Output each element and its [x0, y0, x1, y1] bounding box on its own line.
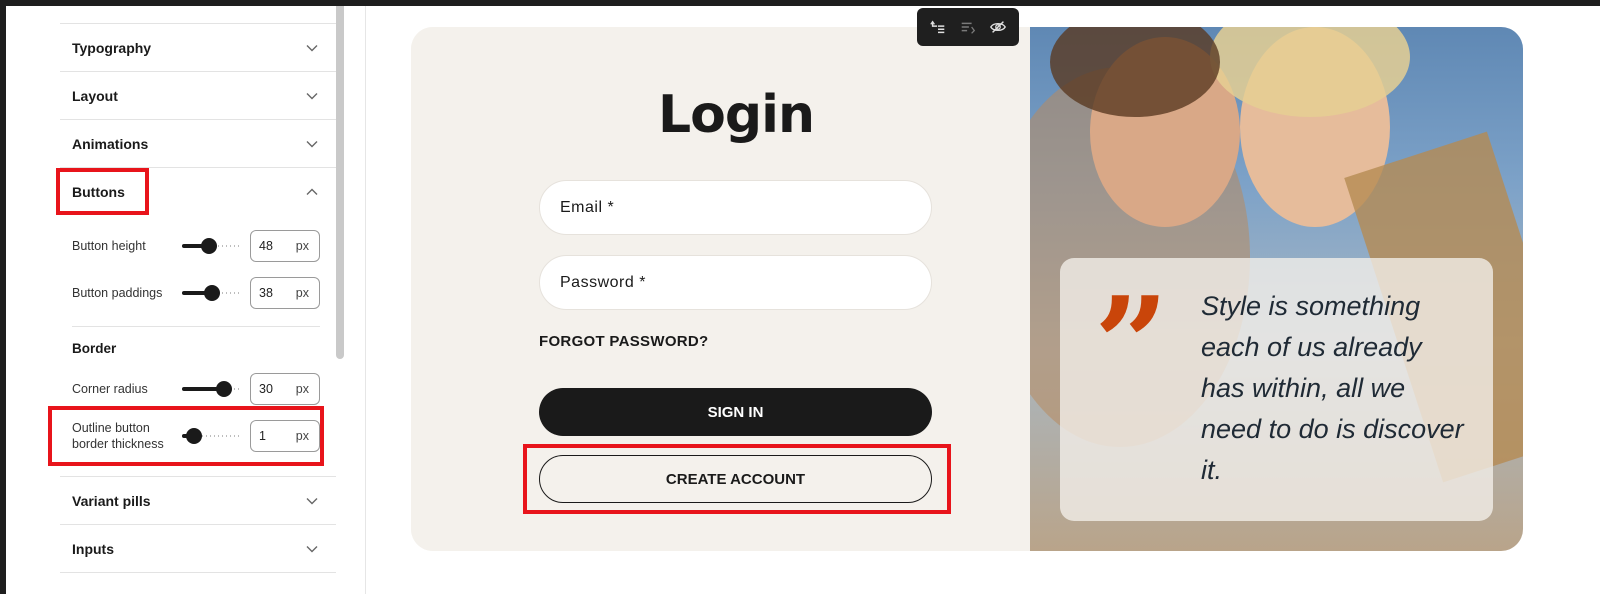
chevron-down-icon	[306, 90, 318, 102]
slider-thumb[interactable]	[201, 238, 217, 254]
input-value[interactable]: 48	[259, 239, 273, 253]
unit-label: px	[295, 382, 309, 396]
forgot-password-link[interactable]: FORGOT PASSWORD?	[539, 333, 709, 350]
section-layout[interactable]: Layout	[60, 72, 336, 119]
control-label: Corner radius	[72, 382, 148, 396]
section-label: Variant pills	[72, 492, 151, 509]
chevron-down-icon	[306, 543, 318, 555]
move-icon[interactable]	[958, 17, 978, 37]
section-typography[interactable]: Typography	[60, 24, 336, 71]
divider	[60, 572, 336, 573]
settings-panel: Typography Layout Animations Buttons But…	[6, 6, 366, 594]
highlight-border-thickness	[48, 406, 324, 466]
control-label: Button paddings	[72, 286, 163, 300]
section-variant-pills[interactable]: Variant pills	[60, 477, 336, 524]
panel-scrollbar[interactable]	[336, 6, 344, 359]
control-label: Button height	[72, 239, 146, 253]
section-inputs[interactable]: Inputs	[60, 525, 336, 572]
highlight-create-account	[523, 444, 951, 514]
sign-in-button[interactable]: SIGN IN	[539, 388, 932, 436]
email-field[interactable]: Email *	[539, 180, 932, 235]
button-paddings-slider[interactable]	[182, 285, 242, 301]
highlight-buttons-section	[56, 168, 149, 215]
input-value[interactable]: 38	[259, 286, 273, 300]
select-parent-icon[interactable]	[928, 17, 948, 37]
section-label: Typography	[72, 39, 152, 56]
button-height-input[interactable]: 48 px	[250, 230, 320, 262]
section-label: Layout	[72, 87, 118, 104]
element-toolbar	[917, 8, 1019, 46]
hero-image: ” Style is something each of us already …	[1030, 27, 1523, 551]
input-value[interactable]: 30	[259, 382, 273, 396]
button-paddings-control: Button paddings 38 px	[72, 275, 332, 311]
section-animations[interactable]: Animations	[60, 120, 336, 167]
quote-text: Style is something each of us already ha…	[1201, 291, 1464, 485]
page-title: Login	[658, 85, 815, 145]
unit-label: px	[295, 239, 309, 253]
divider	[72, 326, 320, 327]
section-label: Inputs	[72, 540, 114, 557]
corner-radius-slider[interactable]	[182, 381, 242, 397]
button-height-slider[interactable]	[182, 238, 242, 254]
corner-radius-control: Corner radius 30 px	[72, 371, 332, 407]
slider-thumb[interactable]	[204, 285, 220, 301]
button-paddings-input[interactable]: 38 px	[250, 277, 320, 309]
quote-card: ” Style is something each of us already …	[1060, 258, 1493, 521]
editor-window: Typography Layout Animations Buttons But…	[6, 6, 1600, 594]
quote-mark-icon: ”	[1094, 268, 1169, 421]
chevron-down-icon	[306, 495, 318, 507]
chevron-down-icon	[306, 42, 318, 54]
password-field[interactable]: Password *	[539, 255, 932, 310]
button-height-control: Button height 48 px	[72, 228, 332, 264]
slider-thumb[interactable]	[216, 381, 232, 397]
corner-radius-input[interactable]: 30 px	[250, 373, 320, 405]
chevron-up-icon	[306, 186, 318, 198]
unit-label: px	[295, 286, 309, 300]
hide-icon[interactable]	[988, 17, 1008, 37]
section-label: Animations	[72, 135, 149, 152]
chevron-down-icon	[306, 138, 318, 150]
border-subheading: Border	[72, 341, 117, 356]
